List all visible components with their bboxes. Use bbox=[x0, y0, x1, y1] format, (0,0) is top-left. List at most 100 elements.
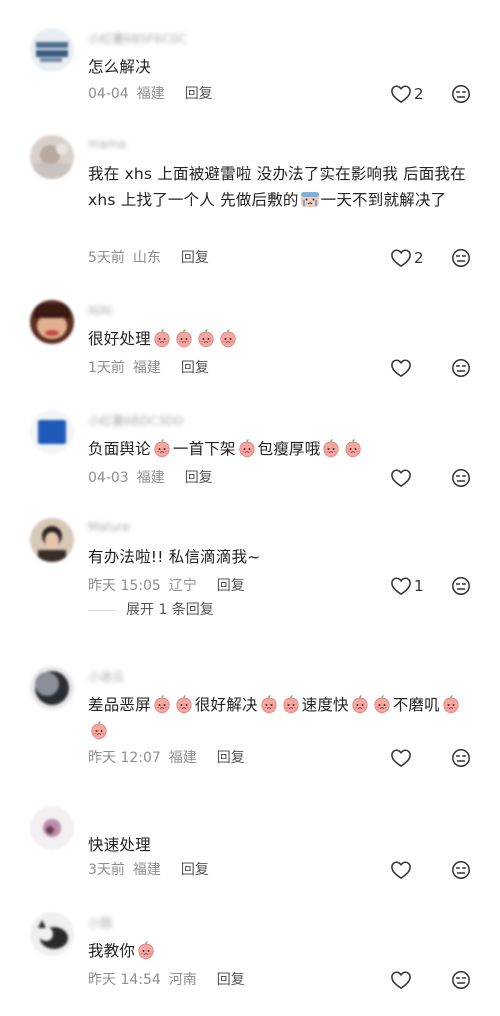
reply-button[interactable]: 回复 bbox=[217, 972, 245, 988]
username[interactable]: 叫叫 bbox=[88, 302, 112, 318]
comment-location: 福建 bbox=[132, 360, 161, 376]
username[interactable]: 小迷瓜 bbox=[88, 668, 124, 684]
comment-item: mama 我在 xhs 上面被避雷啦 没办法了实在影响我 后面我在 xhs 上找了… bbox=[0, 135, 500, 278]
heart-icon bbox=[390, 468, 412, 488]
reply-button[interactable]: 回复 bbox=[185, 86, 213, 102]
dislike-face-icon bbox=[451, 576, 471, 596]
comment-time: 昨天 15:05 bbox=[88, 578, 161, 594]
peach-emoji bbox=[350, 694, 370, 714]
comment-text-segment: 我教你 bbox=[88, 942, 136, 960]
comment-meta: 5天前 山东 回复 bbox=[88, 248, 209, 268]
face-avatar-icon bbox=[30, 300, 74, 344]
comment-meta: 04-03 福建 回复 bbox=[88, 468, 213, 488]
dislike-button[interactable] bbox=[451, 468, 471, 488]
avatar[interactable] bbox=[30, 300, 74, 344]
avatar[interactable] bbox=[30, 806, 74, 850]
comment-location: 辽宁 bbox=[168, 578, 197, 594]
heart-icon bbox=[390, 860, 412, 880]
comment-text-segment: 很好处理 bbox=[88, 330, 151, 348]
peach-emoji bbox=[259, 694, 279, 714]
crying-emoji bbox=[300, 189, 320, 209]
peach-emoji bbox=[152, 328, 172, 348]
comment-text: 快速处理 bbox=[88, 832, 472, 858]
comment-time: 04-04 bbox=[88, 86, 129, 102]
comment-text-segment: 速度快 bbox=[301, 696, 349, 714]
like-button[interactable] bbox=[390, 748, 412, 768]
dislike-face-icon bbox=[451, 84, 471, 104]
comment-item: 小迷瓜 差品恶屏 很好解决 速度快 不磨叽 昨天 12:07 福建 回复 bbox=[0, 666, 500, 778]
dislike-button[interactable] bbox=[451, 970, 471, 990]
dislike-button[interactable] bbox=[451, 748, 471, 768]
avatar[interactable] bbox=[30, 410, 74, 454]
avatar[interactable] bbox=[30, 135, 74, 179]
peach-emoji bbox=[152, 694, 172, 714]
avatar[interactable] bbox=[30, 666, 74, 710]
comment-text-segment: 怎么解决 bbox=[88, 58, 151, 76]
comment-time: 1天前 bbox=[88, 360, 125, 376]
comment-text: 有办法啦!! 私信滴滴我~ bbox=[88, 544, 472, 570]
comment-location: 福建 bbox=[136, 470, 165, 486]
reply-button[interactable]: 回复 bbox=[181, 360, 209, 376]
avatar[interactable] bbox=[30, 912, 74, 956]
like-button[interactable] bbox=[390, 468, 412, 488]
heart-icon bbox=[390, 358, 412, 378]
comment-text: 负面舆论 一首下架 包瘦厚哦 bbox=[88, 436, 472, 462]
reply-button[interactable]: 回复 bbox=[217, 578, 245, 594]
comment-time: 3天前 bbox=[88, 862, 125, 878]
comment-text-segment: 有办法啦!! 私信滴滴我~ bbox=[88, 548, 261, 566]
heart-icon bbox=[390, 970, 412, 990]
username[interactable]: 小圆 bbox=[88, 914, 112, 930]
comment-text-segment: 很好解决 bbox=[194, 696, 258, 714]
like-button[interactable] bbox=[390, 358, 412, 378]
comment-list: 小红薯6B5F6C0C 怎么解决 04-04 福建 回复 2 mama 我在 xhs 上面被避… bbox=[0, 0, 500, 1016]
avatar[interactable] bbox=[30, 518, 74, 562]
like-button[interactable]: 2 bbox=[390, 84, 424, 104]
username[interactable]: 小红薯6BDC3DD bbox=[88, 412, 184, 428]
dislike-button[interactable] bbox=[451, 248, 471, 268]
reply-button[interactable]: 回复 bbox=[185, 470, 213, 486]
avatar[interactable] bbox=[30, 28, 74, 72]
dislike-button[interactable] bbox=[451, 84, 471, 104]
dislike-button[interactable] bbox=[451, 576, 471, 596]
portrait-avatar-icon bbox=[30, 518, 74, 562]
comment-text: 怎么解决 bbox=[88, 54, 472, 80]
like-count: 2 bbox=[414, 85, 424, 103]
comment-text-segment: 一天不到就解决了 bbox=[320, 191, 447, 209]
moon-avatar-icon bbox=[30, 666, 74, 710]
reply-button[interactable]: 回复 bbox=[181, 250, 209, 266]
username[interactable]: mama bbox=[88, 137, 126, 151]
username[interactable]: 小红薯6B5F6C0C bbox=[88, 30, 186, 46]
peach-emoji bbox=[89, 720, 109, 740]
comment-meta: 04-04 福建 回复 bbox=[88, 84, 213, 104]
comment-item: Mature 有办法啦!! 私信滴滴我~ 昨天 15:05 辽宁 回复 1 bbox=[0, 518, 500, 606]
like-count: 1 bbox=[414, 577, 424, 595]
dislike-face-icon bbox=[451, 468, 471, 488]
peach-emoji bbox=[441, 694, 461, 714]
dislike-button[interactable] bbox=[451, 358, 471, 378]
like-button[interactable] bbox=[390, 860, 412, 880]
dislike-face-icon bbox=[451, 860, 471, 880]
comment-text-segment: 快速处理 bbox=[88, 836, 151, 854]
dislike-face-icon bbox=[451, 748, 471, 768]
like-count: 2 bbox=[414, 249, 424, 267]
comment-meta: 3天前 福建 回复 bbox=[88, 860, 209, 880]
peach-emoji bbox=[152, 438, 172, 458]
username[interactable]: Mature bbox=[88, 520, 130, 534]
peach-emoji bbox=[136, 940, 156, 960]
reply-button[interactable]: 回复 bbox=[217, 750, 245, 766]
like-button[interactable]: 2 bbox=[390, 248, 424, 268]
comment-text-segment: 包瘦厚哦 bbox=[257, 440, 321, 458]
comment-location: 福建 bbox=[168, 750, 197, 766]
comment-text: 很好处理 bbox=[88, 326, 472, 352]
like-button[interactable]: 1 bbox=[390, 576, 424, 596]
comment-text: 我在 xhs 上面被避雷啦 没办法了实在影响我 后面我在 xhs 上找了一个人 … bbox=[88, 161, 472, 213]
peach-emoji bbox=[237, 438, 257, 458]
reply-button[interactable]: 回复 bbox=[181, 862, 209, 878]
comment-location: 山东 bbox=[132, 250, 161, 266]
comment-time: 昨天 14:54 bbox=[88, 972, 161, 988]
like-button[interactable] bbox=[390, 970, 412, 990]
peach-emoji bbox=[174, 694, 194, 714]
heart-icon bbox=[390, 84, 412, 104]
expand-replies-button[interactable]: 展开 1 条回复 bbox=[88, 600, 214, 620]
dislike-button[interactable] bbox=[451, 860, 471, 880]
